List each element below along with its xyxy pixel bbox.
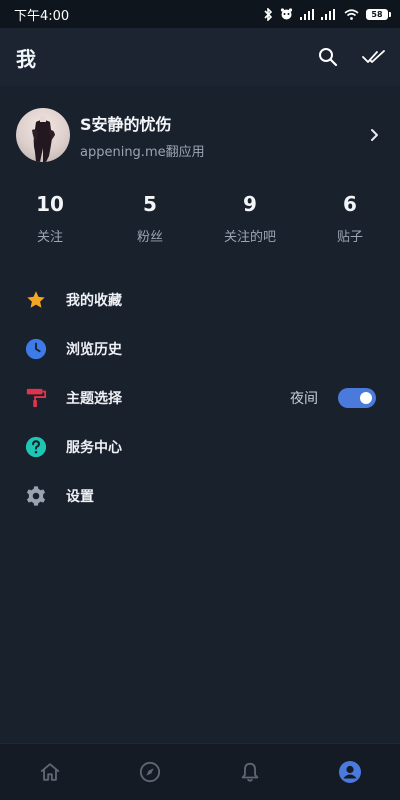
profile-card[interactable]: S安静的忧伤 appening.me翻应用 [0,104,400,166]
double-check-icon [362,50,385,63]
menu-label: 主题选择 [66,390,122,407]
signal-hd-icon [321,8,335,20]
app-bar: 我 [0,28,400,86]
stat-value: 6 [343,192,357,216]
clock-icon [24,337,48,361]
stat-value: 5 [143,192,157,216]
avatar [16,108,70,162]
menu-label: 服务中心 [66,439,122,456]
battery-indicator: 58 [366,8,391,20]
chevron-right-icon [364,125,384,145]
menu-label: 设置 [66,488,94,505]
nav-explore[interactable] [100,744,200,800]
menu-label: 浏览历史 [66,341,122,358]
avatar-photo [32,116,55,162]
theme-mode-value: 夜间 [290,390,318,407]
bell-icon [241,762,259,782]
profile-info: S安静的忧伤 appening.me翻应用 [80,111,364,160]
menu-label: 我的收藏 [66,292,122,309]
app-bar-actions [316,45,386,69]
home-icon [40,763,60,781]
nav-notifications[interactable] [200,744,300,800]
star-icon [24,288,48,312]
gear-icon [24,484,48,508]
profile-stats: 10 关注 5 粉丝 9 关注的吧 6 贴子 [0,192,400,252]
stat-following[interactable]: 10 关注 [0,192,100,252]
bottom-nav [0,743,400,800]
nav-profile[interactable] [300,744,400,800]
profile-icon [339,761,361,783]
bluetooth-icon [264,7,273,21]
mark-all-read-button[interactable] [362,45,386,69]
app-notification-icon [280,8,293,20]
menu-item-service-center[interactable]: 服务中心 [0,422,400,471]
stat-value: 9 [243,192,257,216]
help-circle-icon [24,435,48,459]
nav-home[interactable] [0,744,100,800]
stat-label: 关注 [36,230,63,245]
menu-item-favorites[interactable]: 我的收藏 [0,275,400,324]
stat-label: 贴子 [336,230,363,245]
stat-followers[interactable]: 5 粉丝 [100,192,200,252]
menu-item-history[interactable]: 浏览历史 [0,324,400,373]
wifi-icon [344,8,359,20]
search-button[interactable] [316,45,340,69]
profile-name: S安静的忧伤 [80,114,172,134]
stat-followed-forums[interactable]: 9 关注的吧 [200,192,300,252]
menu-item-theme[interactable]: 主题选择 夜间 [0,373,400,422]
profile-subtitle: appening.me翻应用 [80,144,205,160]
menu-list: 我的收藏 浏览历史 主题选择 夜间 服务中心 设置 [0,275,400,520]
page-title: 我 [16,46,36,71]
stat-label: 粉丝 [136,230,163,245]
stat-posts[interactable]: 6 贴子 [300,192,400,252]
menu-item-settings[interactable]: 设置 [0,471,400,520]
compass-icon [139,761,161,783]
night-mode-toggle[interactable] [338,387,376,408]
signal-icon [300,8,314,20]
status-icons: 58 [263,7,391,21]
search-icon [319,48,338,67]
status-time: 下午4:00 [14,8,70,24]
stat-label: 关注的吧 [223,230,276,245]
stat-value: 10 [36,192,64,216]
paint-roller-icon [24,386,48,410]
status-bar: 下午4:00 58 [0,0,400,28]
